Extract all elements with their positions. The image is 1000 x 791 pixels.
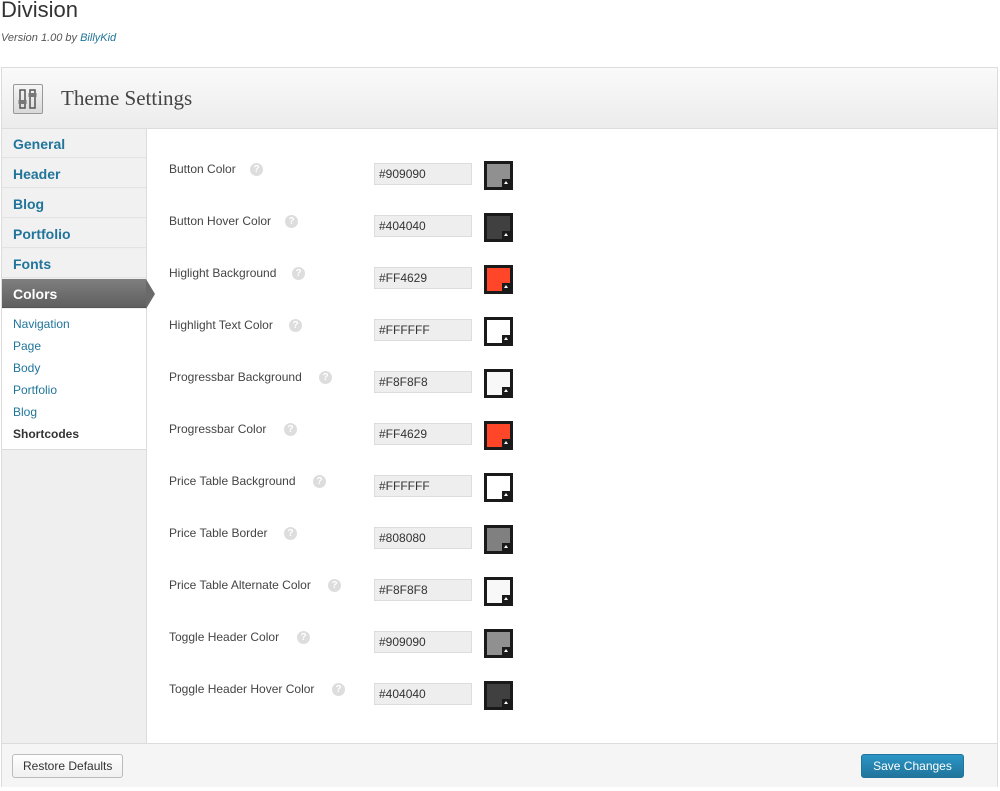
subnav-item-portfolio[interactable]: Portfolio [13, 383, 57, 397]
color-input[interactable] [374, 683, 472, 705]
help-icon[interactable]: ? [289, 319, 302, 332]
restore-defaults-button[interactable]: Restore Defaults [12, 754, 124, 778]
color-input[interactable] [374, 371, 472, 393]
panel-footer: Restore Defaults Save Changes [2, 743, 997, 787]
help-icon[interactable]: ? [332, 683, 345, 696]
panel-title: Theme Settings [61, 86, 193, 110]
subnav-item-blog[interactable]: Blog [13, 405, 37, 419]
subnav-item-body[interactable]: Body [13, 361, 40, 375]
setting-label: Price Table Background [169, 474, 296, 488]
setting-label: Toggle Header Hover Color [169, 682, 315, 696]
save-changes-button[interactable]: Save Changes [861, 754, 964, 778]
color-input[interactable] [374, 475, 472, 497]
color-input[interactable] [374, 527, 472, 549]
setting-label: Button Hover Color [169, 214, 272, 228]
subnav-item-navigation[interactable]: Navigation [13, 317, 70, 331]
nav-item-label: Colors [13, 286, 58, 302]
dropdown-arrow-icon [502, 231, 510, 239]
color-input[interactable] [374, 215, 472, 237]
nav-item-label: Portfolio [13, 226, 71, 242]
color-picker-swatch[interactable] [484, 161, 513, 190]
dropdown-arrow-icon [502, 699, 510, 707]
dropdown-arrow-icon [502, 491, 510, 499]
color-input[interactable] [374, 631, 472, 653]
sidebar: General Header Blog Portfolio Fonts Colo… [2, 129, 155, 743]
dropdown-arrow-icon [502, 387, 510, 395]
nav-item-label: Fonts [13, 256, 52, 272]
color-picker-swatch[interactable] [484, 317, 513, 346]
color-input[interactable] [374, 579, 472, 601]
author-link[interactable]: BillyKid [80, 32, 116, 44]
dropdown-arrow-icon [502, 179, 510, 187]
dropdown-arrow-icon [502, 439, 510, 447]
color-picker-swatch[interactable] [484, 213, 513, 242]
help-icon[interactable]: ? [284, 527, 297, 540]
setting-label: Price Table Alternate Color [169, 578, 311, 592]
dropdown-arrow-icon [502, 647, 510, 655]
subnav-item-shortcodes[interactable]: Shortcodes [13, 427, 79, 441]
dropdown-arrow-icon [502, 335, 510, 343]
color-picker-swatch[interactable] [484, 473, 513, 502]
colors-subnav: Navigation Page Body Portfolio Blog Shor… [2, 309, 146, 450]
dropdown-arrow-icon [502, 595, 510, 603]
help-icon[interactable]: ? [313, 475, 326, 488]
color-picker-swatch[interactable] [484, 525, 513, 554]
nav-item-colors[interactable]: Colors [2, 279, 155, 309]
theme-settings-panel: Theme Settings General Header Blog Portf… [1, 67, 998, 787]
nav-item-blog[interactable]: Blog [2, 189, 146, 218]
setting-label: Toggle Header Color [169, 630, 280, 644]
setting-label: Highlight Text Color [169, 318, 273, 332]
color-input[interactable] [374, 319, 472, 341]
color-input[interactable] [374, 423, 472, 445]
dropdown-arrow-icon [502, 543, 510, 551]
help-icon[interactable]: ? [285, 215, 298, 228]
nav-item-label: General [13, 136, 66, 152]
help-icon[interactable]: ? [319, 371, 332, 384]
version-info: Version 1.00 by BillyKid [1, 32, 116, 44]
nav-item-header[interactable]: Header [2, 159, 146, 188]
help-icon[interactable]: ? [250, 163, 263, 176]
nav-item-fonts[interactable]: Fonts [2, 249, 146, 278]
dropdown-arrow-icon [502, 283, 510, 291]
color-picker-swatch[interactable] [484, 265, 513, 294]
setting-label: Button Color [169, 162, 236, 176]
help-icon[interactable]: ? [284, 423, 297, 436]
nav-item-portfolio[interactable]: Portfolio [2, 219, 146, 248]
setting-label: Progressbar Color [169, 422, 267, 436]
subnav-item-page[interactable]: Page [13, 339, 41, 353]
color-picker-swatch[interactable] [484, 577, 513, 606]
setting-label: Higlight Background [169, 266, 277, 280]
color-picker-swatch[interactable] [484, 421, 513, 450]
color-input[interactable] [374, 267, 472, 289]
color-picker-swatch[interactable] [484, 629, 513, 658]
setting-label: Progressbar Background [169, 370, 302, 384]
nav-item-general[interactable]: General [2, 129, 146, 158]
sliders-icon [13, 84, 43, 114]
panel-header: Theme Settings [2, 68, 997, 129]
app-title: Division [1, 0, 79, 22]
settings-content: Button Color ? Button Hover Color ? Higl… [147, 129, 997, 743]
color-input[interactable] [374, 163, 472, 185]
help-icon[interactable]: ? [297, 631, 310, 644]
nav-item-label: Blog [13, 196, 45, 212]
nav-item-label: Header [13, 166, 61, 182]
setting-label: Price Table Border [169, 526, 268, 540]
color-picker-swatch[interactable] [484, 681, 513, 710]
color-picker-swatch[interactable] [484, 369, 513, 398]
help-icon[interactable]: ? [328, 579, 341, 592]
help-icon[interactable]: ? [292, 267, 305, 280]
version-text: Version 1.00 by [1, 32, 81, 44]
